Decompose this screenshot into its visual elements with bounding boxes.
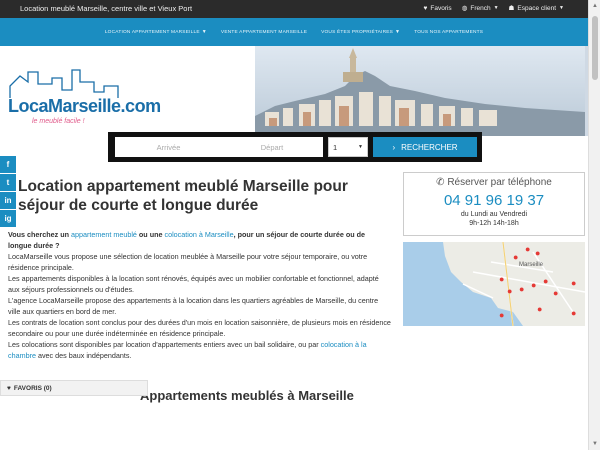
map-pin-icon[interactable]: ● [535, 248, 540, 258]
globe-icon: ◍ [461, 5, 468, 12]
lead-paragraph: Vous cherchez un appartement meublé ou u… [8, 230, 365, 250]
search-bar: Arrivée Départ 1 ▼ › RECHERCHER [108, 132, 482, 162]
arrival-input[interactable]: Arrivée [115, 137, 222, 157]
phone-icon: ✆ [436, 177, 445, 188]
heart-icon: ♥ [7, 384, 11, 392]
nav-item-location[interactable]: LOCATION APPARTEMENT MARSEILLE ▼ [105, 29, 207, 35]
language-label: French [470, 4, 491, 12]
section-title: Appartements meublés à Marseille [140, 388, 354, 403]
page-title: Location appartement meublé Marseille po… [18, 178, 348, 214]
chevron-right-icon: › [392, 142, 396, 152]
paragraph-2: Les appartements disponibles à la locati… [8, 274, 379, 294]
phone-box-title: ✆ Réserver par téléphone [436, 177, 552, 188]
map-pin-icon[interactable]: ● [571, 278, 576, 288]
client-area-label: Espace client [517, 4, 557, 12]
favoris-link[interactable]: ♥ Favoris [424, 4, 452, 12]
map-pin-icon[interactable]: ● [525, 244, 530, 254]
paragraph-4: Les contrats de location sont conclus po… [8, 318, 391, 338]
link-appartement-meuble[interactable]: appartement meublé [71, 230, 137, 239]
user-icon: ☗ [508, 5, 515, 12]
nav-item-vente[interactable]: VENTE APPARTEMENT MARSEILLE [221, 30, 307, 35]
map-pin-icon[interactable]: ● [507, 286, 512, 296]
paragraph-5: Les colocations sont disponibles par loc… [8, 340, 367, 360]
search-button[interactable]: › RECHERCHER [373, 137, 477, 157]
search-button-label: RECHERCHER [401, 142, 458, 152]
twitter-icon[interactable]: t [0, 174, 16, 191]
map-pin-icon[interactable]: ● [531, 280, 536, 290]
top-links: ♥ Favoris ◍ French ▼ ☗ Espace client ▼ [424, 4, 564, 13]
phone-box: ✆ Réserver par téléphone 04 91 96 19 37 … [403, 172, 585, 236]
facebook-icon[interactable]: f [0, 156, 16, 173]
client-area-link[interactable]: ☗ Espace client ▼ [508, 4, 564, 13]
caret-down-icon: ▼ [358, 144, 363, 150]
phone-number[interactable]: 04 91 96 19 37 [404, 192, 584, 209]
departure-input[interactable]: Départ [221, 137, 323, 157]
map-pin-icon[interactable]: ● [519, 284, 524, 294]
map-pin-icon[interactable]: ● [499, 310, 504, 320]
caret-down-icon: ▼ [559, 5, 564, 11]
map-pin-icon[interactable]: ● [499, 274, 504, 284]
top-bar: Location meublé Marseille, centre ville … [0, 0, 588, 18]
header-banner: LocaMarseille.com le meublé facile ! [0, 46, 588, 136]
map[interactable]: Marseille ● ● ● ● ● ● ● ● ● ● ● ● ● [403, 242, 585, 326]
map-pin-icon[interactable]: ● [571, 308, 576, 318]
guests-select[interactable]: 1 ▼ [328, 137, 368, 157]
map-pin-icon[interactable]: ● [513, 252, 518, 262]
nav-item-tous-appartements[interactable]: TOUS NOS APPARTEMENTS [414, 30, 483, 35]
language-select[interactable]: ◍ French ▼ [461, 4, 499, 13]
link-colocation-marseille[interactable]: colocation à Marseille [164, 230, 233, 239]
caret-down-icon: ▼ [493, 5, 499, 11]
main-nav: LOCATION APPARTEMENT MARSEILLE ▼ VENTE AP… [0, 18, 588, 46]
favoris-bar[interactable]: ♥ FAVORIS (0) [0, 380, 148, 396]
map-pins: ● ● ● ● ● ● ● ● ● ● ● ● ● [403, 242, 585, 326]
nav-item-proprietaires[interactable]: VOUS ÊTES PROPRIÉTAIRES ▼ [321, 29, 400, 35]
guests-value: 1 [333, 142, 338, 152]
favoris-bar-label: FAVORIS (0) [13, 384, 52, 392]
map-pin-icon[interactable]: ● [537, 304, 542, 314]
map-pin-icon[interactable]: ● [543, 276, 548, 286]
logo-text: LocaMarseille.com [8, 96, 161, 116]
paragraph-3: L'agence LocaMarseille propose des appar… [8, 296, 379, 316]
map-pin-icon[interactable]: ● [553, 288, 558, 298]
heart-icon: ♥ [423, 4, 428, 12]
social-bar: f t in ig [0, 156, 16, 228]
city-photo [255, 46, 585, 136]
scrollbar[interactable]: ▲ ▼ [588, 0, 600, 450]
phone-days: du Lundi au Vendredi [460, 211, 528, 218]
site-title: Location meublé Marseille, centre ville … [20, 4, 193, 13]
favoris-label: Favoris [430, 4, 452, 12]
paragraph-1: LocaMarseille vous propose une sélection… [8, 252, 368, 272]
scrollbar-thumb[interactable] [592, 16, 598, 80]
scroll-down-icon[interactable]: ▼ [592, 441, 598, 447]
logo[interactable]: LocaMarseille.com le meublé facile ! [8, 68, 161, 130]
instagram-icon[interactable]: ig [0, 210, 16, 227]
scroll-up-icon[interactable]: ▲ [592, 3, 598, 9]
phone-hours: 9h-12h 14h-18h [469, 220, 519, 227]
linkedin-icon[interactable]: in [0, 192, 16, 209]
logo-tagline: le meublé facile ! [32, 118, 85, 125]
